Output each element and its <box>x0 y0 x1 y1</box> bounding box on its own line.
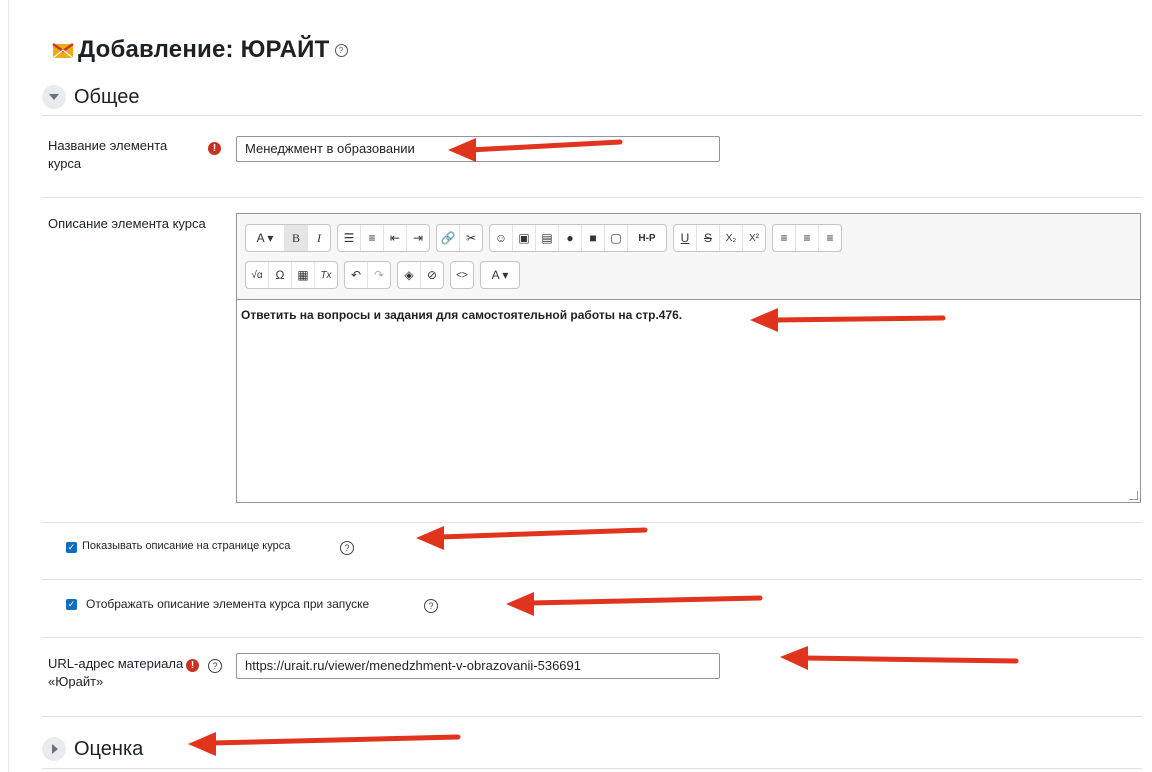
underline-button[interactable]: U <box>674 225 697 251</box>
unlink-button[interactable]: ✂ <box>460 225 482 251</box>
divider <box>42 115 1142 116</box>
editor-toolbar: A ▾ B I ☰ ≡ ⇤ ⇥ 🔗 ✂ ☺ ▣ ▤ ● ■ ▢ H-P U S X₂ X² ≡ ≡ ≡ √α Ω ▦ T… <box>237 214 1140 300</box>
arrow-annotation <box>188 732 461 756</box>
show-description-label: Показывать описание на странице курса <box>82 540 291 552</box>
section-general-header[interactable]: Общее <box>42 85 140 109</box>
align-right-button[interactable]: ≡ <box>819 225 841 251</box>
record-audio-button[interactable]: ● <box>559 225 582 251</box>
divider <box>42 522 1142 523</box>
bold-button[interactable]: B <box>285 225 308 251</box>
editor-text[interactable]: Ответить на вопросы и задания для самост… <box>241 308 682 322</box>
collapse-toggle-icon[interactable] <box>42 85 66 109</box>
clear-format-button[interactable]: Tx <box>315 262 337 288</box>
show-description-checkbox[interactable]: ✓ <box>66 542 77 553</box>
divider <box>42 716 1142 717</box>
left-border <box>8 0 9 772</box>
section-general-title: Общее <box>74 85 140 108</box>
resize-handle-icon[interactable] <box>1129 491 1138 500</box>
font-style-dropdown[interactable]: A ▾ <box>246 225 285 251</box>
display-on-launch-checkbox[interactable]: ✓ <box>66 599 77 610</box>
image-button[interactable]: ▣ <box>513 225 536 251</box>
help-icon[interactable]: ? <box>208 659 222 673</box>
superscript-button[interactable]: X² <box>743 225 765 251</box>
divider <box>42 579 1142 580</box>
screenreader-helper-button[interactable]: ⊘ <box>421 262 443 288</box>
help-icon[interactable]: ? <box>334 43 348 57</box>
align-center-button[interactable]: ≡ <box>796 225 819 251</box>
page-title: Добавление: ЮРАЙТ <box>78 36 330 63</box>
required-icon: ! <box>186 659 199 672</box>
arrow-annotation <box>416 526 648 550</box>
special-char-button[interactable]: Ω <box>269 262 292 288</box>
table-button[interactable]: ▦ <box>292 262 315 288</box>
display-on-launch-label: Отображать описание элемента курса при з… <box>86 597 370 611</box>
page-header: Добавление: ЮРАЙТ ? <box>52 36 348 64</box>
html-button[interactable]: <> <box>451 262 473 288</box>
arrow-annotation <box>506 592 763 616</box>
name-field-label: Название элемента курса <box>48 138 168 171</box>
description-field-label: Описание элемента курса <box>48 216 206 231</box>
description-editor[interactable]: A ▾ B I ☰ ≡ ⇤ ⇥ 🔗 ✂ ☺ ▣ ▤ ● ■ ▢ H-P U S X₂ X² ≡ ≡ ≡ √α Ω ▦ T… <box>236 213 1141 503</box>
divider <box>42 768 1142 769</box>
divider <box>42 637 1142 638</box>
accessibility-checker-button[interactable]: ◈ <box>398 262 421 288</box>
indent-button[interactable]: ⇥ <box>407 225 429 251</box>
undo-button[interactable]: ↶ <box>345 262 368 288</box>
record-video-button[interactable]: ■ <box>582 225 605 251</box>
url-field-label: URL-адрес материала «Юрайт» <box>48 656 184 689</box>
toolbar-row-2: √α Ω ▦ Tx ↶ ↷ ◈ ⊘ <> A ▾ <box>245 261 526 289</box>
manage-files-button[interactable]: ▢ <box>605 225 628 251</box>
h5p-button[interactable]: H-P <box>628 225 666 251</box>
help-icon[interactable]: ? <box>340 541 354 555</box>
toolbar-row-1: A ▾ B I ☰ ≡ ⇤ ⇥ 🔗 ✂ ☺ ▣ ▤ ● ■ ▢ H-P U S X₂ X² ≡ ≡ ≡ <box>245 224 848 252</box>
text-color-dropdown[interactable]: A ▾ <box>481 262 519 288</box>
media-button[interactable]: ▤ <box>536 225 559 251</box>
url-input[interactable]: https://urait.ru/viewer/menedzhment-v-ob… <box>236 653 720 679</box>
align-left-button[interactable]: ≡ <box>773 225 796 251</box>
urait-logo-icon <box>52 42 74 59</box>
equation-button[interactable]: √α <box>246 262 269 288</box>
section-grade-title: Оценка <box>74 737 144 760</box>
arrow-annotation <box>780 646 1019 670</box>
outdent-button[interactable]: ⇤ <box>384 225 407 251</box>
emoji-button[interactable]: ☺ <box>490 225 513 251</box>
name-input[interactable]: Менеджмент в образовании <box>236 136 720 162</box>
link-button[interactable]: 🔗 <box>437 225 460 251</box>
required-icon: ! <box>208 142 221 155</box>
italic-button[interactable]: I <box>308 225 330 251</box>
ordered-list-button[interactable]: ≡ <box>361 225 384 251</box>
strikethrough-button[interactable]: S <box>697 225 720 251</box>
expand-toggle-icon[interactable] <box>42 737 66 761</box>
divider <box>42 197 1142 198</box>
help-icon[interactable]: ? <box>424 599 438 613</box>
unordered-list-button[interactable]: ☰ <box>338 225 361 251</box>
redo-button[interactable]: ↷ <box>368 262 390 288</box>
subscript-button[interactable]: X₂ <box>720 225 743 251</box>
section-grade-header[interactable]: Оценка <box>42 737 143 761</box>
